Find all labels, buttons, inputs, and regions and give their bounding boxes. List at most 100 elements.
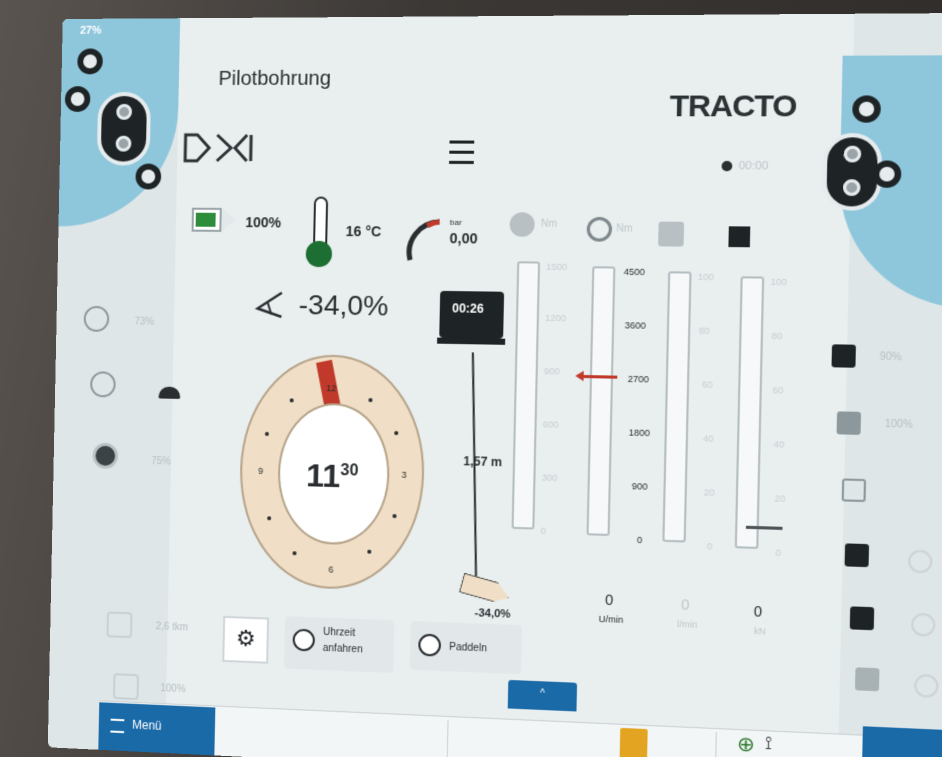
- battery-fill: [195, 212, 216, 227]
- drill-head-icon: [459, 573, 512, 606]
- clock-label-top: 12: [326, 383, 337, 394]
- scale-1-label: 600: [542, 419, 559, 430]
- right-item-value-1: 90%: [879, 351, 902, 364]
- right-item-value-2: 100%: [884, 418, 913, 431]
- scale-1-label: 0: [540, 525, 546, 537]
- rpm-pointer: [581, 374, 618, 379]
- radio-icon[interactable]: ⟟: [765, 732, 773, 754]
- paddle-label: Paddeln: [448, 641, 488, 655]
- clock-approach-label-2: anfahren: [322, 642, 363, 656]
- battery-value: 100%: [245, 214, 282, 231]
- clock-label-left: 9: [258, 465, 264, 476]
- rotation-unit: Nm: [616, 223, 633, 235]
- pitch-value: -34,0%: [298, 288, 389, 322]
- expand-up-tab[interactable]: ^: [507, 679, 578, 712]
- thermometer-bulb: [305, 240, 333, 268]
- temperature-value: 16 °C: [345, 222, 382, 240]
- bucket-icon[interactable]: [106, 611, 133, 639]
- clock-tick: [367, 549, 372, 554]
- rotation-icon: [586, 216, 613, 242]
- battery-icon: [191, 207, 236, 233]
- clock-label-right: 3: [401, 469, 407, 480]
- clock-approach-label-1: Uhrzeit: [322, 626, 356, 640]
- scale-2-label: 900: [631, 481, 648, 492]
- right-hatch-icon[interactable]: [849, 606, 875, 631]
- cylinder-icon[interactable]: [113, 673, 140, 701]
- stopwatch-icon: [721, 160, 733, 172]
- menu-label: Menü: [131, 717, 162, 733]
- tank-icon: [728, 226, 751, 248]
- settings-button[interactable]: ⚙: [222, 615, 270, 664]
- scale-2-label: 2700: [627, 373, 650, 385]
- scale-1: [511, 261, 541, 530]
- clock-label-bottom: 6: [328, 564, 334, 575]
- hamburger-menu-icon[interactable]: [449, 140, 475, 168]
- disabled-status-icon: [509, 212, 535, 237]
- dci-logo: [183, 131, 257, 173]
- scale-4: [734, 276, 765, 549]
- scale-4-label: 80: [771, 330, 783, 342]
- drill-head-pitch: -34,0%: [474, 607, 511, 621]
- scale-3-label: 80: [698, 325, 710, 336]
- drill-time: 00:26: [452, 301, 484, 316]
- clock-dial: 12 3 6 9 1130: [237, 353, 427, 592]
- turtle-icon[interactable]: [158, 386, 181, 399]
- timer-display: 00:00: [721, 160, 768, 173]
- right-camera-icon[interactable]: [831, 344, 856, 368]
- pitch-angle-icon: [253, 288, 286, 319]
- pump-icon: [658, 221, 685, 247]
- scale-1-label: 300: [541, 472, 558, 484]
- scale-3-label: 60: [701, 379, 713, 390]
- scale-4-label: 60: [772, 384, 784, 396]
- scale-1-label: 1200: [545, 312, 567, 324]
- drill-base: [437, 337, 506, 345]
- warning-icon[interactable]: [619, 727, 648, 757]
- dci-logo-mark: [184, 133, 253, 163]
- right-tool-icon[interactable]: [844, 543, 870, 568]
- readout-rpm-unit: U/min: [598, 613, 624, 625]
- pressure-unit: bar: [449, 217, 462, 228]
- left-joystick-icon[interactable]: [96, 92, 152, 166]
- menu-button[interactable]: Menü: [98, 702, 216, 756]
- page-title: Pilotbohrung: [218, 67, 332, 90]
- scale-4-label: 20: [774, 493, 786, 504]
- scale-1-label: 1500: [546, 261, 568, 273]
- clock-time: 1130: [306, 457, 359, 496]
- clock-tick: [289, 398, 294, 403]
- scale-2-label: 4500: [623, 266, 645, 278]
- right-sensor-icon[interactable]: [841, 478, 867, 503]
- screen: 27% 73% 75% 2,6 tkm 100% Pilotbohrung TR…: [47, 12, 942, 757]
- right-list-icon[interactable]: [836, 411, 862, 435]
- left-item-value-3: 75%: [151, 455, 172, 468]
- clock-tick: [267, 516, 272, 521]
- right-disabled-icon: [854, 667, 880, 692]
- readout-force-value: 0: [753, 602, 763, 620]
- clock-minute: 30: [340, 462, 359, 480]
- left-item-value-4: 2,6 tkm: [155, 621, 189, 634]
- readout-rpm-value: 0: [605, 591, 614, 609]
- clock-tick: [368, 398, 373, 403]
- drill-distance: 1,57 m: [463, 454, 503, 470]
- scale-3-label: 40: [702, 433, 714, 444]
- faint-status-label: Nm: [540, 218, 558, 230]
- left-item-value-5: 100%: [160, 683, 186, 696]
- scale-2-label: 1800: [628, 427, 650, 439]
- gear-icon: ⚙: [235, 625, 256, 652]
- status-percent: 27%: [79, 24, 102, 37]
- scale-4-label: 40: [773, 439, 785, 450]
- connection-status: [861, 726, 942, 757]
- readout-flow-value: 0: [681, 596, 690, 614]
- scale-4-label: 100: [770, 276, 787, 288]
- clock-tick: [392, 513, 397, 519]
- scale-4-label: 0: [775, 547, 782, 559]
- scale-2: [586, 266, 616, 536]
- left-item-value-1: 73%: [134, 316, 155, 328]
- scale-2-label: 3600: [624, 320, 646, 331]
- scale-3: [662, 271, 692, 543]
- clock-tick: [394, 431, 399, 436]
- scale-2-label: 0: [636, 534, 643, 546]
- gps-icon[interactable]: ⊕: [737, 731, 756, 757]
- clock-tick: [264, 431, 269, 437]
- scale-3-label: 100: [697, 271, 714, 283]
- pressure-value: 0,00: [449, 229, 478, 247]
